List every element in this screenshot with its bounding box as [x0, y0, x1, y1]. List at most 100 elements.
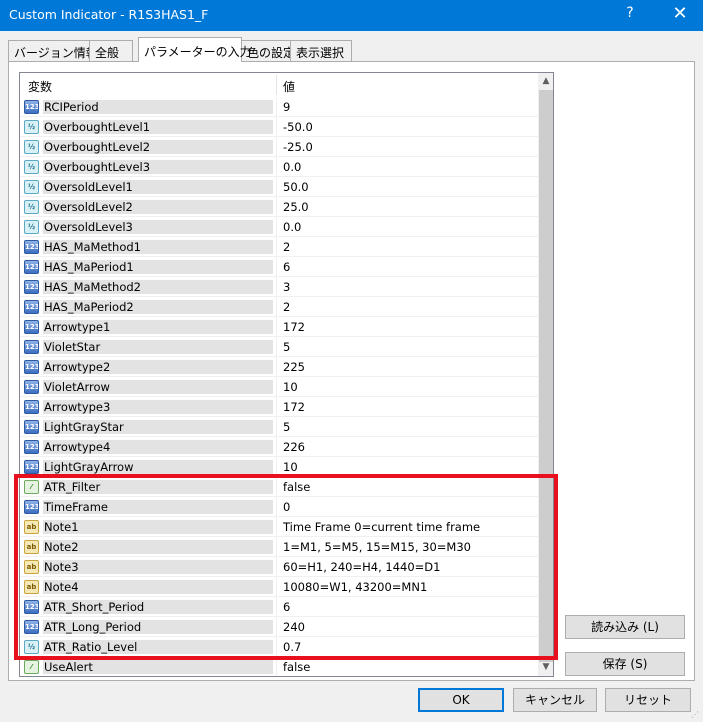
parameter-value[interactable]: 2	[283, 240, 290, 254]
parameter-row[interactable]: ab Note1 Time Frame 0=current time frame	[20, 517, 538, 537]
parameter-value[interactable]: false	[283, 660, 310, 674]
parameter-row[interactable]: 123 Arrowtype4 226	[20, 437, 538, 457]
parameter-value[interactable]: 225	[283, 360, 305, 374]
integer-type-icon: 123	[24, 600, 39, 614]
tab-general[interactable]: 全般	[89, 40, 133, 61]
parameter-value[interactable]: 0.0	[283, 160, 301, 174]
parameter-name: OversoldLevel3	[43, 220, 273, 234]
parameter-row[interactable]: ½ ATR_Ratio_Level 0.7	[20, 637, 538, 657]
parameter-value[interactable]: 5	[283, 420, 290, 434]
parameter-value[interactable]: 5	[283, 340, 290, 354]
scroll-down-arrow-icon[interactable]: ▼	[538, 659, 553, 676]
parameter-name: HAS_MaPeriod2	[43, 300, 273, 314]
cell-divider	[276, 397, 277, 417]
parameter-row[interactable]: ½ OverboughtLevel1 -50.0	[20, 117, 538, 137]
parameter-name: Arrowtype1	[43, 320, 273, 334]
integer-type-icon: 123	[24, 360, 39, 374]
parameter-row[interactable]: ⁄ UseAlert false	[20, 657, 538, 676]
parameter-value[interactable]: 9	[283, 100, 290, 114]
parameter-value[interactable]: 3	[283, 280, 290, 294]
parameter-row[interactable]: 123 TimeFrame 0	[20, 497, 538, 517]
parameter-name: ATR_Ratio_Level	[43, 640, 273, 654]
reset-button[interactable]: リセット	[605, 688, 691, 712]
double-type-icon: ½	[24, 140, 39, 154]
parameter-value[interactable]: false	[283, 480, 310, 494]
scroll-thumb[interactable]	[539, 90, 553, 662]
parameter-row[interactable]: ½ OverboughtLevel3 0.0	[20, 157, 538, 177]
parameter-row[interactable]: ½ OverboughtLevel2 -25.0	[20, 137, 538, 157]
cell-divider	[276, 337, 277, 357]
parameter-name: Note3	[43, 560, 273, 574]
parameter-value[interactable]: 0.0	[283, 220, 301, 234]
parameter-name: OverboughtLevel2	[43, 140, 273, 154]
parameter-row[interactable]: 123 Arrowtype1 172	[20, 317, 538, 337]
parameter-row[interactable]: 123 HAS_MaMethod1 2	[20, 237, 538, 257]
integer-type-icon: 123	[24, 240, 39, 254]
parameter-row[interactable]: ½ OversoldLevel2 25.0	[20, 197, 538, 217]
column-header-variable[interactable]: 変数	[28, 78, 52, 95]
parameter-value[interactable]: 226	[283, 440, 305, 454]
parameter-value[interactable]: -25.0	[283, 140, 313, 154]
parameter-row[interactable]: ½ OversoldLevel3 0.0	[20, 217, 538, 237]
parameter-value[interactable]: Time Frame 0=current time frame	[283, 520, 480, 534]
scroll-up-arrow-icon[interactable]: ▲	[538, 73, 553, 90]
column-divider[interactable]	[276, 75, 277, 95]
tab-version-info[interactable]: バージョン情報	[8, 40, 98, 61]
parameter-value[interactable]: 2	[283, 300, 290, 314]
parameter-row[interactable]: 123 Arrowtype2 225	[20, 357, 538, 377]
parameter-row[interactable]: 123 Arrowtype3 172	[20, 397, 538, 417]
parameter-row[interactable]: 123 HAS_MaMethod2 3	[20, 277, 538, 297]
parameter-value[interactable]: 172	[283, 400, 305, 414]
cancel-button[interactable]: キャンセル	[513, 688, 597, 712]
save-button[interactable]: 保存 (S)	[565, 652, 685, 676]
parameter-value[interactable]: 10080=W1, 43200=MN1	[283, 580, 427, 594]
parameter-row[interactable]: 123 HAS_MaPeriod2 2	[20, 297, 538, 317]
boolean-type-icon: ⁄	[24, 480, 39, 494]
parameter-value[interactable]: 172	[283, 320, 305, 334]
help-button[interactable]: ?	[620, 5, 640, 21]
vertical-scrollbar[interactable]: ▲ ▼	[538, 73, 553, 676]
parameter-row[interactable]: ab Note4 10080=W1, 43200=MN1	[20, 577, 538, 597]
parameter-row[interactable]: ab Note3 60=H1, 240=H4, 1440=D1	[20, 557, 538, 577]
close-button[interactable]: ✕	[668, 3, 692, 24]
cell-divider	[276, 297, 277, 317]
tab-visualization[interactable]: 表示選択	[290, 40, 352, 61]
parameter-value[interactable]: 0	[283, 500, 290, 514]
parameter-value[interactable]: 10	[283, 380, 298, 394]
parameter-row[interactable]: 123 HAS_MaPeriod1 6	[20, 257, 538, 277]
load-button[interactable]: 読み込み (L)	[565, 615, 685, 639]
parameter-value[interactable]: -50.0	[283, 120, 313, 134]
parameter-row[interactable]: ab Note2 1=M1, 5=M5, 15=M15, 30=M30	[20, 537, 538, 557]
parameter-row[interactable]: 123 ATR_Short_Period 6	[20, 597, 538, 617]
parameter-row[interactable]: ½ OversoldLevel1 50.0	[20, 177, 538, 197]
parameter-value[interactable]: 25.0	[283, 200, 309, 214]
resize-grip-icon[interactable]: ⋰	[691, 710, 701, 720]
ok-button[interactable]: OK	[418, 688, 504, 712]
parameter-row[interactable]: 123 VioletStar 5	[20, 337, 538, 357]
integer-type-icon: 123	[24, 400, 39, 414]
parameter-name: HAS_MaMethod1	[43, 240, 273, 254]
parameter-row[interactable]: 123 VioletArrow 10	[20, 377, 538, 397]
parameter-value[interactable]: 10	[283, 460, 298, 474]
parameter-value[interactable]: 50.0	[283, 180, 309, 194]
parameter-value[interactable]: 6	[283, 600, 290, 614]
parameter-row[interactable]: 123 ATR_Long_Period 240	[20, 617, 538, 637]
parameter-value[interactable]: 0.7	[283, 640, 301, 654]
parameter-name: OversoldLevel2	[43, 200, 273, 214]
parameter-value[interactable]: 240	[283, 620, 305, 634]
parameter-value[interactable]: 60=H1, 240=H4, 1440=D1	[283, 560, 440, 574]
parameter-row[interactable]: 123 RCIPeriod 9	[20, 97, 538, 117]
tab-parameters[interactable]: パラメーターの入力	[138, 37, 252, 62]
parameter-row[interactable]: 123 LightGrayStar 5	[20, 417, 538, 437]
parameter-value[interactable]: 6	[283, 260, 290, 274]
parameter-value[interactable]: 1=M1, 5=M5, 15=M15, 30=M30	[283, 540, 471, 554]
parameter-name: LightGrayArrow	[43, 460, 273, 474]
cell-divider	[276, 517, 277, 537]
parameter-row[interactable]: ⁄ ATR_Filter false	[20, 477, 538, 497]
parameter-row[interactable]: 123 LightGrayArrow 10	[20, 457, 538, 477]
cell-divider	[276, 157, 277, 177]
column-header-value[interactable]: 値	[283, 78, 295, 95]
parameter-name: Note1	[43, 520, 273, 534]
cell-divider	[276, 197, 277, 217]
parameter-name: UseAlert	[43, 660, 273, 674]
